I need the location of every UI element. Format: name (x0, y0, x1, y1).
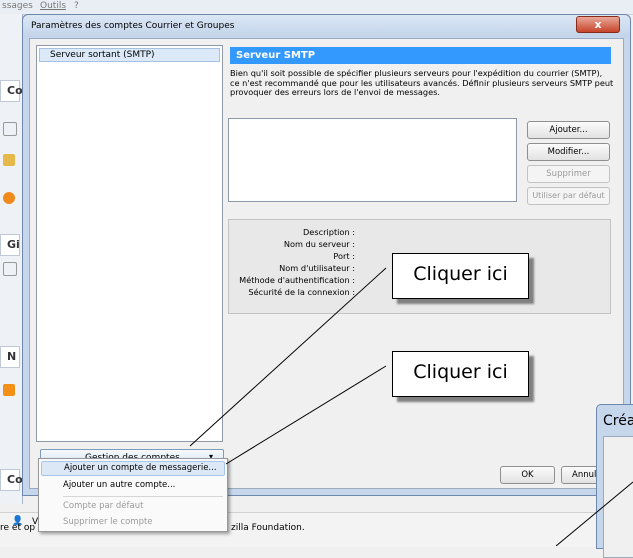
folder-icon (3, 122, 17, 136)
account-creation-title: Créa (603, 413, 633, 429)
detail-server-name-label: Nom du serveur : (283, 239, 355, 249)
firefox-icon (3, 192, 15, 204)
account-list-item-smtp[interactable]: Serveur sortant (SMTP) (39, 48, 220, 62)
status-text-left: re et op (0, 523, 36, 533)
detail-connection-security-label: Sécurité de la connexion : (248, 287, 355, 297)
detail-auth-method-label: Méthode d'authentification : (239, 275, 355, 285)
ok-button[interactable]: OK (500, 466, 555, 484)
detail-description-label: Description : (303, 227, 355, 237)
smtp-header: Serveur SMTP (230, 47, 611, 64)
account-creation-client-area (603, 436, 633, 558)
menu-item-delete-account[interactable]: Supprimer le compte (41, 515, 225, 530)
menu-messages[interactable]: ssages (2, 1, 33, 11)
account-settings-dialog: Paramètres des comptes Courrier et Group… (22, 14, 631, 496)
dialog-client-area: Serveur sortant (SMTP) Gestion des compt… (29, 38, 624, 489)
menu-item-default-account[interactable]: Compte par défaut (41, 499, 225, 514)
menu-tools[interactable]: Outils (40, 1, 66, 11)
sidebar-section-courrier[interactable]: Co (0, 80, 23, 102)
page-icon (3, 262, 17, 276)
add-server-button[interactable]: Ajouter... (527, 121, 610, 139)
sidebar-section-comptes[interactable]: Co (0, 469, 23, 491)
account-creation-dialog: Créa (596, 404, 633, 558)
rss-icon (3, 384, 15, 396)
modify-server-button[interactable]: Modifier... (527, 143, 610, 161)
smtp-server-list[interactable] (228, 118, 517, 202)
callout-click-here-1: Cliquer ici (392, 253, 529, 299)
smtp-description: Bien qu'il soit possible de spécifier pl… (230, 68, 614, 97)
status-text-right: zilla Foundation. (231, 523, 305, 533)
pencil-icon (3, 154, 15, 166)
callout-click-here-2: Cliquer ici (392, 351, 529, 397)
detail-port-label: Port : (333, 251, 355, 261)
sidebar-section-news[interactable]: N (0, 346, 20, 368)
dialog-title: Paramètres des comptes Courrier et Group… (31, 21, 235, 31)
dialog-title-bar[interactable]: Paramètres des comptes Courrier et Group… (23, 15, 630, 37)
menu-item-add-mail-account[interactable]: Ajouter un compte de messagerie... (41, 461, 225, 476)
account-list[interactable]: Serveur sortant (SMTP) (36, 45, 223, 442)
sidebar-section-groupes[interactable]: Gi (0, 234, 20, 256)
background-menubar: ssages Outils ? (0, 0, 633, 15)
close-button[interactable]: x (576, 16, 620, 33)
menu-help[interactable]: ? (74, 1, 79, 11)
account-actions-menu: Ajouter un compte de messagerie... Ajout… (38, 458, 228, 532)
menu-item-add-other-account[interactable]: Ajouter un autre compte... (41, 478, 225, 493)
background-sidebar: Co Gi N Co (0, 14, 23, 504)
delete-server-button[interactable]: Supprimer (527, 165, 610, 183)
menu-separator (63, 496, 223, 497)
set-default-server-button[interactable]: Utiliser par défaut (527, 187, 610, 205)
detail-username-label: Nom d'utilisateur : (279, 263, 355, 273)
